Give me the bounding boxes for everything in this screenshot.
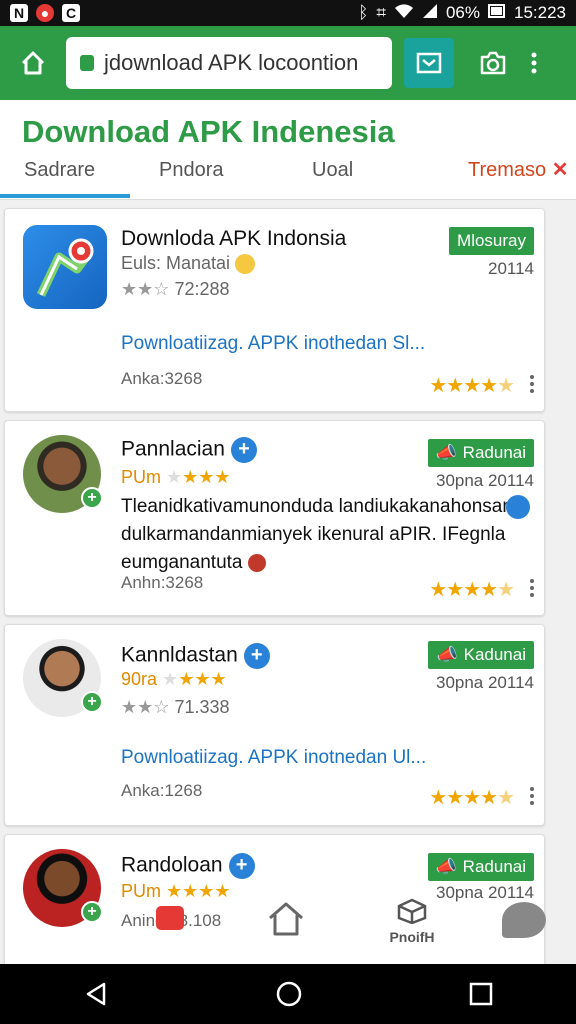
download-link[interactable]: Pownloatiizag. APPK inothedan Sl... xyxy=(121,333,425,355)
verified-plus-icon[interactable]: + xyxy=(243,643,270,669)
inbox-icon xyxy=(416,52,442,74)
battery-icon xyxy=(488,3,506,24)
megaphone-icon: 📣 xyxy=(435,443,457,462)
more-options-icon[interactable] xyxy=(530,787,534,805)
tab-sadrare[interactable]: Sadrare xyxy=(0,156,130,198)
rating-summary: ★★☆ 71.338 xyxy=(121,697,230,717)
post-card[interactable]: + Pannlacian + PUm ★★★★ 📣 Radunai 30pna 20… xyxy=(4,420,545,616)
profile-tab-label: PnoifH xyxy=(389,929,435,945)
star-rating-icon: ★★☆ xyxy=(121,279,170,299)
tab-uoal[interactable]: Uoal xyxy=(312,156,353,198)
url-bar[interactable]: jdownload APK locoontion xyxy=(66,37,392,89)
signal-icon xyxy=(422,3,438,24)
post-body: Tleanidkativamunonduda landiukakanahonsa… xyxy=(121,496,519,573)
page-title: Download APK Indenesia xyxy=(22,114,395,149)
wifi-icon xyxy=(394,3,414,24)
post-author: Randoloan + xyxy=(121,853,255,879)
tab-tremaso-label: Tremaso xyxy=(468,159,547,181)
emoji-icon xyxy=(247,553,266,572)
app-icon xyxy=(23,225,107,309)
app-subtitle: Euls: Manatai xyxy=(121,253,256,275)
avatar: + xyxy=(23,435,103,513)
clock: 15:223 xyxy=(514,3,566,22)
post-author: Kannldastan + xyxy=(121,643,270,669)
post-author: Pannlacian + xyxy=(121,437,257,463)
post-card[interactable]: + Kannldastan + 90ra ★★★★ ★★☆ 71.338 📣 Kad… xyxy=(4,624,545,826)
category-badge[interactable]: 📣 Radunai xyxy=(427,439,534,467)
category-badge[interactable]: 📣 Kadunai xyxy=(428,641,534,669)
browser-toolbar: jdownload APK locoontion xyxy=(0,26,576,100)
date-text: 20114 xyxy=(487,259,534,278)
verified-plus-icon[interactable]: + xyxy=(228,853,255,879)
download-link[interactable]: Pownloatiizag. APPK inotnedan Ul... xyxy=(121,747,426,769)
page-header: Download APK Indenesia Sadrare Pndora Uo… xyxy=(0,100,576,200)
avatar: + xyxy=(23,639,103,717)
date-text: 30pna 20114 xyxy=(435,471,534,490)
url-text: jdownload APK locoontion xyxy=(104,50,359,75)
download-count: Anka:3268 xyxy=(121,369,203,388)
star-rating: ★★★★★ xyxy=(429,579,515,601)
camera-icon xyxy=(480,51,506,75)
download-count: Anka:1268 xyxy=(121,781,203,800)
star-rating-icon: ★★☆ xyxy=(121,697,170,717)
app-card[interactable]: Downloda APK Indonsia Euls: Manatai ★★☆ … xyxy=(4,208,545,412)
video-tab-icon[interactable] xyxy=(156,906,184,930)
post-subtitle: 90ra ★★★★ xyxy=(121,669,227,689)
tab-tremaso[interactable]: Tremaso ✕ xyxy=(468,156,569,198)
tab-pndora[interactable]: Pndora xyxy=(159,156,224,198)
verified-plus-icon[interactable]: + xyxy=(230,437,257,463)
megaphone-icon: 📣 xyxy=(436,645,458,664)
category-badge[interactable]: 📣 Radunai xyxy=(427,853,534,881)
app-title: Downloda APK Indonsia xyxy=(121,227,347,250)
more-vert-icon xyxy=(531,52,537,74)
back-icon[interactable] xyxy=(82,980,110,1008)
messenger-icon[interactable] xyxy=(506,495,530,519)
home-icon xyxy=(269,902,303,936)
home-button[interactable] xyxy=(10,40,56,86)
tab-bar: Sadrare Pndora Uoal Tremaso ✕ xyxy=(0,156,576,200)
close-icon: ✕ xyxy=(546,159,569,181)
home-circle-icon[interactable] xyxy=(275,980,303,1008)
star-rating: ★★★★★ xyxy=(429,375,515,397)
profile-tab[interactable]: PnoifH xyxy=(384,898,440,945)
bluetooth-icon: ᛒ xyxy=(358,3,369,22)
home-tab[interactable] xyxy=(266,900,306,943)
download-count: Anhn:3268 xyxy=(121,573,204,592)
rating-summary: ★★☆ 72:288 xyxy=(121,279,230,299)
box-icon xyxy=(397,898,427,925)
date-text: 30pna 20114 xyxy=(435,673,534,692)
chat-tab-icon[interactable] xyxy=(502,902,546,938)
star-rating-icon: ★★★★ xyxy=(166,467,231,487)
system-nav-bar xyxy=(0,964,576,1024)
star-rating: ★★★★★ xyxy=(429,787,515,809)
download-button[interactable] xyxy=(404,38,454,88)
n-notification-icon: N xyxy=(10,4,28,22)
bottom-nav: PnoifH xyxy=(0,890,576,962)
category-badge[interactable]: Mlosuray xyxy=(449,227,534,255)
vibrate-icon: ⌗ xyxy=(376,3,386,22)
smiley-icon xyxy=(235,254,256,275)
post-subtitle: PUm ★★★★ xyxy=(121,467,231,487)
megaphone-icon: 📣 xyxy=(435,857,457,876)
battery-percent: 06% xyxy=(445,3,480,22)
more-options-icon[interactable] xyxy=(530,375,534,393)
map-pin-icon xyxy=(36,238,94,297)
lock-icon xyxy=(80,55,94,71)
camera-button[interactable] xyxy=(470,40,516,86)
home-icon xyxy=(21,51,45,75)
status-bar: N ● C ᛒ ⌗ 06% 15:223 xyxy=(0,0,576,26)
menu-button[interactable] xyxy=(522,40,546,86)
add-icon[interactable]: + xyxy=(81,487,103,509)
more-options-icon[interactable] xyxy=(530,579,534,597)
add-icon[interactable]: + xyxy=(81,691,103,713)
record-notification-icon: ● xyxy=(36,4,54,22)
c-notification-icon: C xyxy=(62,4,80,22)
recents-icon[interactable] xyxy=(468,981,494,1007)
star-rating-icon: ★★★★ xyxy=(162,669,227,689)
